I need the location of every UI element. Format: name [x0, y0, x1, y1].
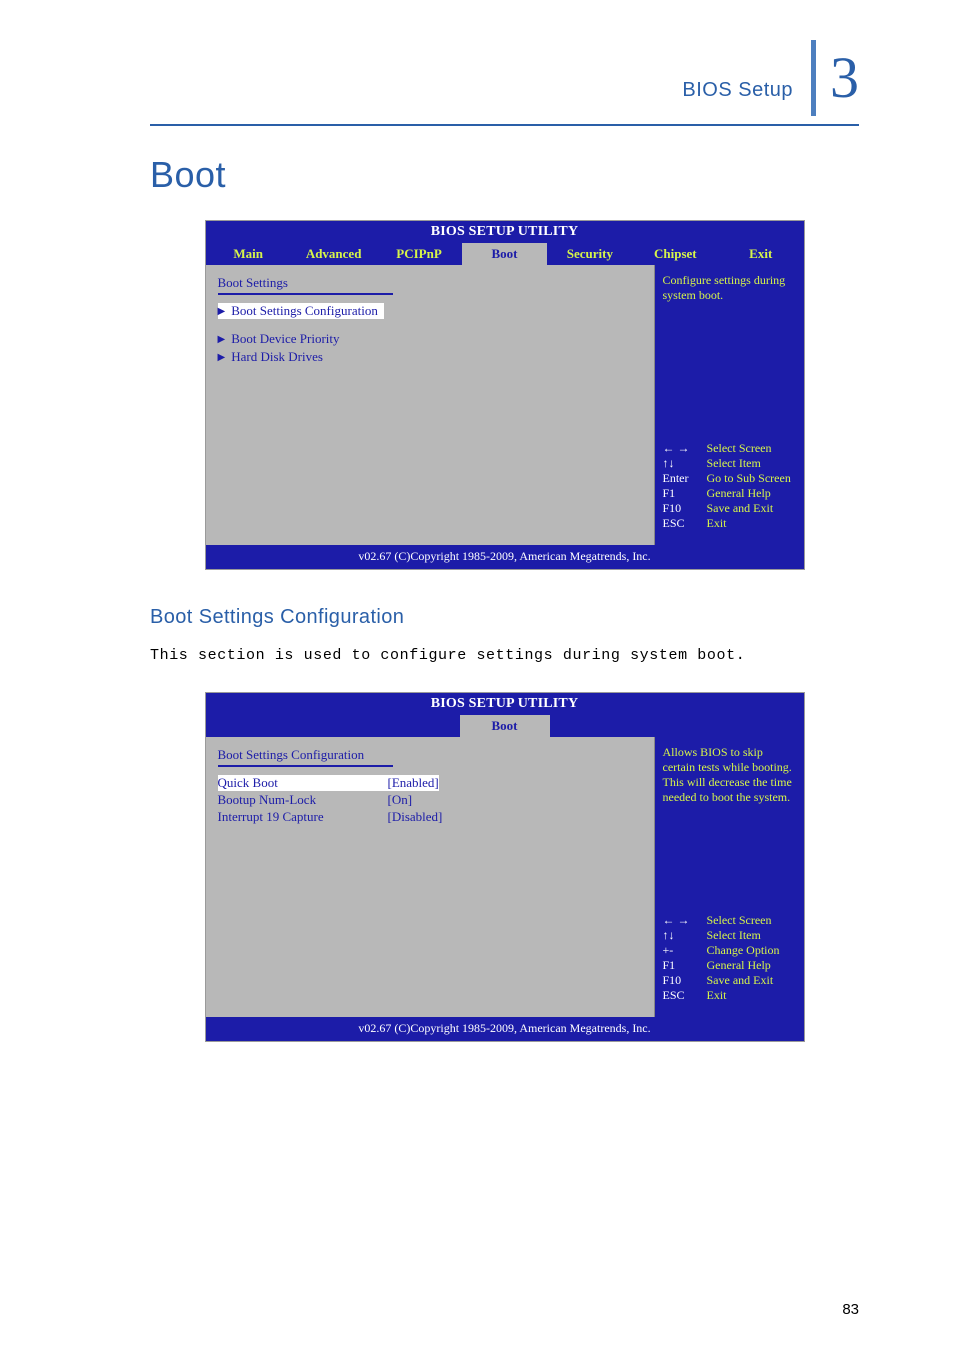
- key: ↑↓: [663, 928, 697, 943]
- key: F1: [663, 486, 697, 501]
- key: ↑↓: [663, 456, 697, 471]
- bios-body: Boot Settings ▶ Boot Settings Configurat…: [206, 265, 804, 545]
- section-title: Boot: [150, 154, 859, 196]
- chapter-number-box: 3: [811, 40, 859, 116]
- underline: [218, 293, 393, 295]
- bios-left-pane: Boot Settings ▶ Boot Settings Configurat…: [206, 265, 654, 545]
- help-text: Configure settings during system boot.: [663, 273, 796, 303]
- boot-settings-config-heading: Boot Settings Configuration: [218, 747, 642, 763]
- triangle-icon: ▶: [218, 352, 226, 363]
- subsection-title: Boot Settings Configuration: [150, 606, 859, 629]
- key: F10: [663, 973, 697, 988]
- key-desc: Change Option: [707, 943, 780, 958]
- bios-right-pane: Allows BIOS to skip certain tests while …: [654, 737, 804, 1017]
- rule: [150, 124, 859, 126]
- key-desc: General Help: [707, 486, 771, 501]
- tab-advanced[interactable]: Advanced: [291, 243, 376, 265]
- setting-label: Quick Boot: [218, 775, 388, 791]
- key: F10: [663, 501, 697, 516]
- bios-footer: v02.67 (C)Copyright 1985-2009, American …: [206, 545, 804, 569]
- bios-footer: v02.67 (C)Copyright 1985-2009, American …: [206, 1017, 804, 1041]
- menu-boot-device-priority[interactable]: ▶ Boot Device Priority: [218, 331, 642, 347]
- bios-title: BIOS SETUP UTILITY: [206, 221, 804, 243]
- bios-panel-boot-config: BIOS SETUP UTILITY Boot Boot Settings Co…: [205, 692, 805, 1042]
- setting-quick-boot[interactable]: Quick Boot [Enabled]: [218, 775, 439, 791]
- bios-body: Boot Settings Configuration Quick Boot […: [206, 737, 804, 1017]
- tab-boot[interactable]: Boot: [462, 243, 547, 265]
- tab-chipset[interactable]: Chipset: [633, 243, 718, 265]
- chapter-number: 3: [830, 49, 859, 107]
- key: ESC: [663, 516, 697, 531]
- key: F1: [663, 958, 697, 973]
- bios-panel-boot: BIOS SETUP UTILITY Main Advanced PCIPnP …: [205, 220, 805, 570]
- key-hints: ← → Select Screen ↑↓ Select Item +- Change …: [663, 913, 796, 1003]
- setting-interrupt-19[interactable]: Interrupt 19 Capture [Disabled]: [218, 809, 642, 825]
- key-desc: Save and Exit: [707, 973, 774, 988]
- setting-label: Interrupt 19 Capture: [218, 809, 388, 825]
- setting-bootup-numlock[interactable]: Bootup Num-Lock [On]: [218, 792, 642, 808]
- key-desc: Select Item: [707, 928, 761, 943]
- tab-pcipnp[interactable]: PCIPnP: [376, 243, 461, 265]
- key-desc: Select Screen: [707, 913, 772, 928]
- key-hints: ← → Select Screen ↑↓ Select Item Enter Go t…: [663, 441, 796, 531]
- triangle-icon: ▶: [218, 334, 226, 345]
- key: +-: [663, 943, 697, 958]
- key-desc: Select Screen: [707, 441, 772, 456]
- menu-hard-disk-drives[interactable]: ▶ Hard Disk Drives: [218, 349, 642, 365]
- tab-exit[interactable]: Exit: [718, 243, 803, 265]
- bios-tabs-single: Boot: [206, 715, 804, 737]
- key-desc: Select Item: [707, 456, 761, 471]
- triangle-icon: ▶: [218, 306, 226, 317]
- key: ← →: [663, 913, 697, 928]
- key: ← →: [663, 441, 697, 456]
- setting-value: [Enabled]: [388, 775, 439, 791]
- setting-label: Bootup Num-Lock: [218, 792, 388, 808]
- key-desc: Exit: [707, 988, 727, 1003]
- menu-item-label: Boot Settings Configuration: [231, 303, 378, 319]
- menu-boot-settings-config[interactable]: ▶ Boot Settings Configuration: [218, 303, 384, 319]
- bios-tabs: Main Advanced PCIPnP Boot Security Chips…: [206, 243, 804, 265]
- key-desc: Save and Exit: [707, 501, 774, 516]
- menu-item-label: Hard Disk Drives: [231, 349, 323, 365]
- header-label: BIOS Setup: [682, 79, 793, 116]
- key-desc: General Help: [707, 958, 771, 973]
- tab-security[interactable]: Security: [547, 243, 632, 265]
- page-header: BIOS Setup 3: [150, 40, 859, 116]
- menu-item-label: Boot Device Priority: [231, 331, 339, 347]
- setting-value: [On]: [388, 792, 413, 808]
- bios-title: BIOS SETUP UTILITY: [206, 693, 804, 715]
- bios-left-pane: Boot Settings Configuration Quick Boot […: [206, 737, 654, 1017]
- key-desc: Exit: [707, 516, 727, 531]
- key: Enter: [663, 471, 697, 486]
- bios-right-pane: Configure settings during system boot. ←…: [654, 265, 804, 545]
- page-number: 83: [842, 1301, 859, 1318]
- key: ESC: [663, 988, 697, 1003]
- help-text: Allows BIOS to skip certain tests while …: [663, 745, 796, 805]
- page: BIOS Setup 3 Boot BIOS SETUP UTILITY Mai…: [0, 0, 954, 1042]
- boot-settings-heading: Boot Settings: [218, 275, 642, 291]
- setting-value: [Disabled]: [388, 809, 443, 825]
- underline: [218, 765, 393, 767]
- key-desc: Go to Sub Screen: [707, 471, 791, 486]
- body-text: This section is used to configure settin…: [150, 647, 859, 664]
- tab-main[interactable]: Main: [206, 243, 291, 265]
- tab-boot[interactable]: Boot: [460, 715, 550, 737]
